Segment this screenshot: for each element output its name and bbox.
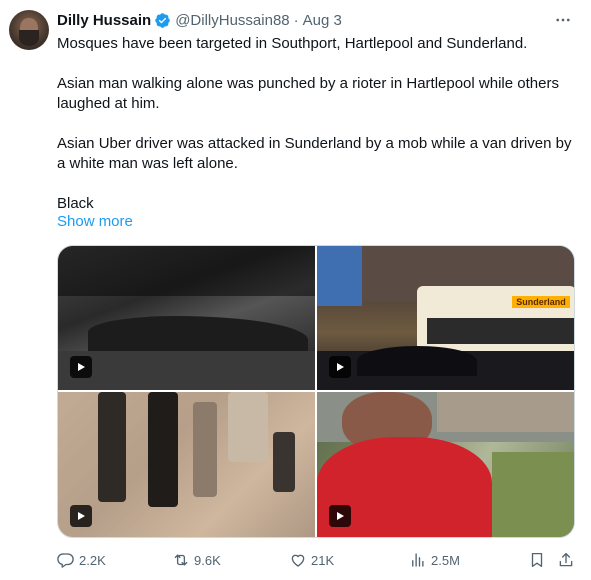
play-icon bbox=[329, 356, 351, 378]
reply-button[interactable]: 2.2K bbox=[57, 548, 106, 572]
video-thumbnail-1[interactable] bbox=[58, 246, 315, 390]
verified-badge-icon bbox=[154, 12, 171, 29]
author-name[interactable]: Dilly Hussain bbox=[57, 12, 151, 29]
tweet-text: Mosques have been targeted in Southport,… bbox=[57, 34, 577, 214]
repost-button[interactable]: 9.6K bbox=[172, 548, 221, 572]
avatar[interactable] bbox=[9, 10, 49, 50]
share-button[interactable] bbox=[557, 548, 579, 572]
bookmark-icon bbox=[531, 552, 543, 568]
tweet-actions: 2.2K 9.6K 21K 2.5M bbox=[57, 548, 577, 572]
repost-icon bbox=[174, 554, 188, 566]
tweet-date[interactable]: Aug 3 bbox=[303, 12, 342, 29]
views-button[interactable]: 2.5M bbox=[409, 548, 460, 572]
media-grid: Sunderland bbox=[57, 245, 575, 538]
video-thumbnail-3[interactable] bbox=[58, 392, 315, 537]
tweet-paragraph: Asian Uber driver was attacked in Sunder… bbox=[57, 135, 572, 172]
like-count: 21K bbox=[311, 552, 335, 568]
author-handle[interactable]: @DillyHussain88 bbox=[175, 12, 289, 29]
tweet-paragraph: Mosques have been targeted in Southport,… bbox=[57, 35, 528, 52]
tweet-header: Dilly Hussain @DillyHussain88 · Aug 3 bbox=[57, 10, 342, 30]
video-thumbnail-4[interactable] bbox=[317, 392, 574, 537]
tweet-paragraph: Asian man walking alone was punched by a… bbox=[57, 75, 559, 112]
bus-destination-sign: Sunderland bbox=[512, 296, 570, 308]
play-icon bbox=[70, 505, 92, 527]
bookmark-button[interactable] bbox=[528, 548, 550, 572]
header-separator: · bbox=[293, 11, 299, 29]
reply-icon bbox=[57, 553, 74, 568]
repost-count: 9.6K bbox=[194, 552, 221, 568]
more-dots-icon[interactable] bbox=[553, 10, 573, 30]
share-icon bbox=[559, 552, 573, 567]
play-icon bbox=[70, 356, 92, 378]
heart-icon bbox=[291, 554, 305, 567]
play-icon bbox=[329, 505, 351, 527]
tweet-paragraph: Black bbox=[57, 195, 94, 212]
like-button[interactable]: 21K bbox=[289, 548, 334, 572]
reply-count: 2.2K bbox=[79, 552, 106, 568]
avatar-beard bbox=[19, 30, 39, 46]
views-count: 2.5M bbox=[431, 552, 460, 568]
show-more-link[interactable]: Show more bbox=[57, 212, 133, 232]
views-icon bbox=[412, 553, 424, 567]
video-thumbnail-2[interactable]: Sunderland bbox=[317, 246, 574, 390]
